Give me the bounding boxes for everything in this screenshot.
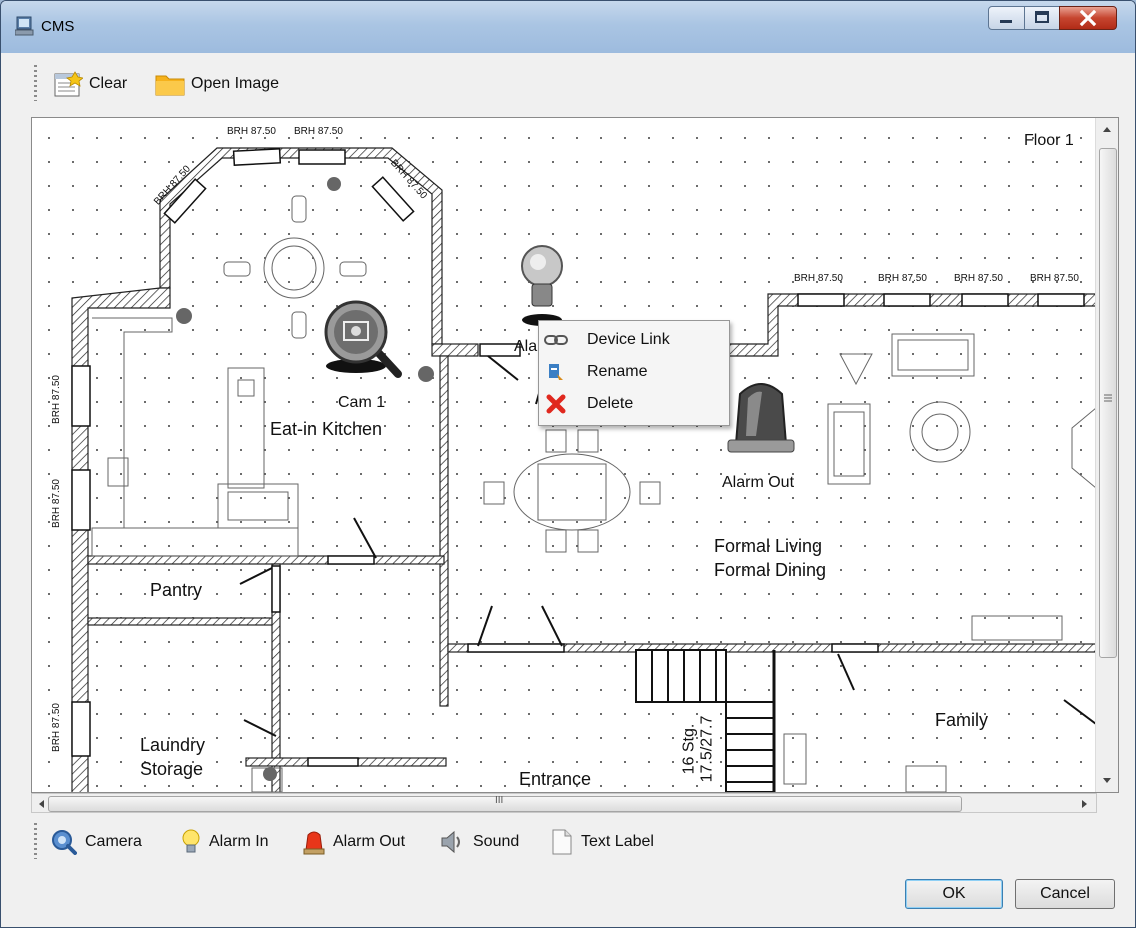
add-alarm-in-button[interactable]: Alarm In	[181, 827, 269, 857]
add-sound-button[interactable]: Sound	[439, 827, 519, 857]
window-label: BRH 87.50	[954, 273, 1003, 284]
device-toolbar: Camera Alarm In Alarm Out Sound Text Lab…	[9, 819, 1119, 863]
sound-label: Sound	[473, 833, 520, 850]
speaker-icon	[441, 830, 460, 854]
menu-item-device-link[interactable]: Device Link	[541, 325, 725, 355]
menu-item-label: Rename	[587, 363, 648, 380]
alarm-in-device[interactable]	[518, 240, 566, 330]
window-label: BRH 87.50	[50, 703, 62, 752]
camera-magnifier-icon	[324, 300, 402, 378]
stair-label: 17.5/27.7	[698, 715, 716, 783]
add-alarm-out-button[interactable]: Alarm Out	[303, 827, 405, 857]
alarm-in-label: Alarm In	[209, 833, 269, 850]
delete-x-icon	[546, 394, 566, 414]
folder-icon	[155, 75, 185, 96]
scroll-grip: III	[495, 795, 504, 806]
alarm-out-siren-icon	[727, 383, 795, 453]
document-icon	[552, 829, 572, 855]
maximize-icon	[1035, 11, 1049, 23]
camera-icon	[52, 830, 77, 855]
lightbulb-icon	[182, 829, 200, 853]
alarm-out-label: Alarm Out	[722, 474, 795, 491]
floor-plan-canvas[interactable]: Floor 1 BRH 87.50 BRH 87.50 BRH 87.50 BR…	[31, 117, 1119, 793]
horizontal-scroll-thumb[interactable]: III	[48, 795, 962, 812]
scroll-corner	[1097, 793, 1119, 813]
window-label: BRH 87.50	[1030, 273, 1079, 284]
cms-window: CMS Clear Open Image Floor 1 BRH 87.50 B…	[0, 0, 1136, 928]
minimize-button[interactable]	[988, 6, 1025, 30]
room-label-formal-dining: Formal Dining	[714, 560, 827, 580]
vertical-scrollbar[interactable]	[1095, 118, 1118, 792]
alarm-in-bulb-icon	[521, 245, 563, 326]
stair-label: 16 Stg.	[680, 723, 698, 775]
title-bar[interactable]: CMS	[1, 1, 1135, 53]
context-menu: Device Link Rename Delete	[538, 320, 730, 426]
add-text-label-button[interactable]: Text Label	[551, 827, 654, 857]
scroll-down-icon[interactable]	[1101, 776, 1113, 786]
window-label: BRH 87.50	[50, 479, 62, 528]
room-label-family: Family	[935, 710, 988, 730]
open-image-label: Open Image	[191, 75, 280, 92]
rename-icon	[549, 364, 563, 380]
close-icon	[1079, 9, 1097, 27]
alarm-out-label: Alarm Out	[333, 833, 406, 850]
room-label-formal-living: Formal Living	[714, 536, 823, 556]
text-label-label: Text Label	[581, 833, 654, 850]
maximize-button[interactable]	[1024, 6, 1060, 30]
camera-label: Cam 1	[338, 394, 386, 411]
add-camera-button[interactable]: Camera	[51, 827, 142, 857]
window-label: BRH 87.50	[794, 273, 843, 284]
clear-icon	[54, 71, 83, 97]
cancel-button[interactable]: Cancel	[1015, 879, 1115, 909]
scroll-right-icon[interactable]	[1080, 798, 1090, 810]
toolbar-grip[interactable]	[34, 823, 37, 859]
menu-item-rename[interactable]: Rename	[541, 357, 725, 387]
camera-device[interactable]	[322, 298, 406, 382]
app-icon	[15, 16, 34, 36]
siren-icon	[303, 831, 325, 855]
room-label-laundry: Laundry	[140, 735, 206, 755]
clear-button[interactable]: Clear	[53, 67, 127, 101]
menu-item-label: Device Link	[587, 331, 670, 348]
open-image-button[interactable]: Open Image	[155, 67, 279, 101]
scroll-up-icon[interactable]	[1101, 124, 1113, 134]
scroll-left-icon[interactable]	[36, 798, 46, 810]
floor-label: Floor 1	[1024, 132, 1074, 149]
dialog-body: Clear Open Image Floor 1 BRH 87.50 BRH 8…	[9, 53, 1129, 921]
room-label-storage: Storage	[140, 759, 204, 779]
minimize-icon	[1000, 20, 1012, 23]
alarm-in-label: Ala	[514, 338, 538, 355]
camera-label: Camera	[85, 833, 142, 850]
room-label-entrance: Entrance	[519, 769, 592, 789]
room-label-pantry: Pantry	[150, 580, 203, 600]
clear-label: Clear	[89, 75, 128, 92]
room-label-kitchen: Eat-in Kitchen	[270, 419, 383, 439]
window-label: BRH 87.50	[50, 375, 62, 424]
top-toolbar: Clear Open Image	[9, 61, 1119, 107]
menu-item-label: Delete	[587, 395, 634, 412]
window-label: BRH 87.50	[294, 126, 343, 137]
window-label: BRH 87.50	[227, 126, 276, 137]
scroll-grip-icon	[1104, 394, 1112, 402]
horizontal-scrollbar[interactable]: III	[31, 793, 1097, 813]
floor-plan[interactable]: Floor 1 BRH 87.50 BRH 87.50 BRH 87.50 BR…	[32, 118, 1096, 792]
floor-plan-drawing	[71, 147, 1096, 792]
vertical-scroll-thumb[interactable]	[1099, 148, 1117, 658]
link-icon	[544, 335, 568, 345]
window-title: CMS	[41, 18, 75, 35]
ok-button[interactable]: OK	[905, 879, 1003, 909]
toolbar-grip[interactable]	[34, 65, 37, 101]
menu-item-delete[interactable]: Delete	[541, 389, 725, 419]
close-button[interactable]	[1059, 6, 1117, 30]
window-label: BRH 87.50	[878, 273, 927, 284]
alarm-out-device[interactable]	[726, 374, 796, 458]
